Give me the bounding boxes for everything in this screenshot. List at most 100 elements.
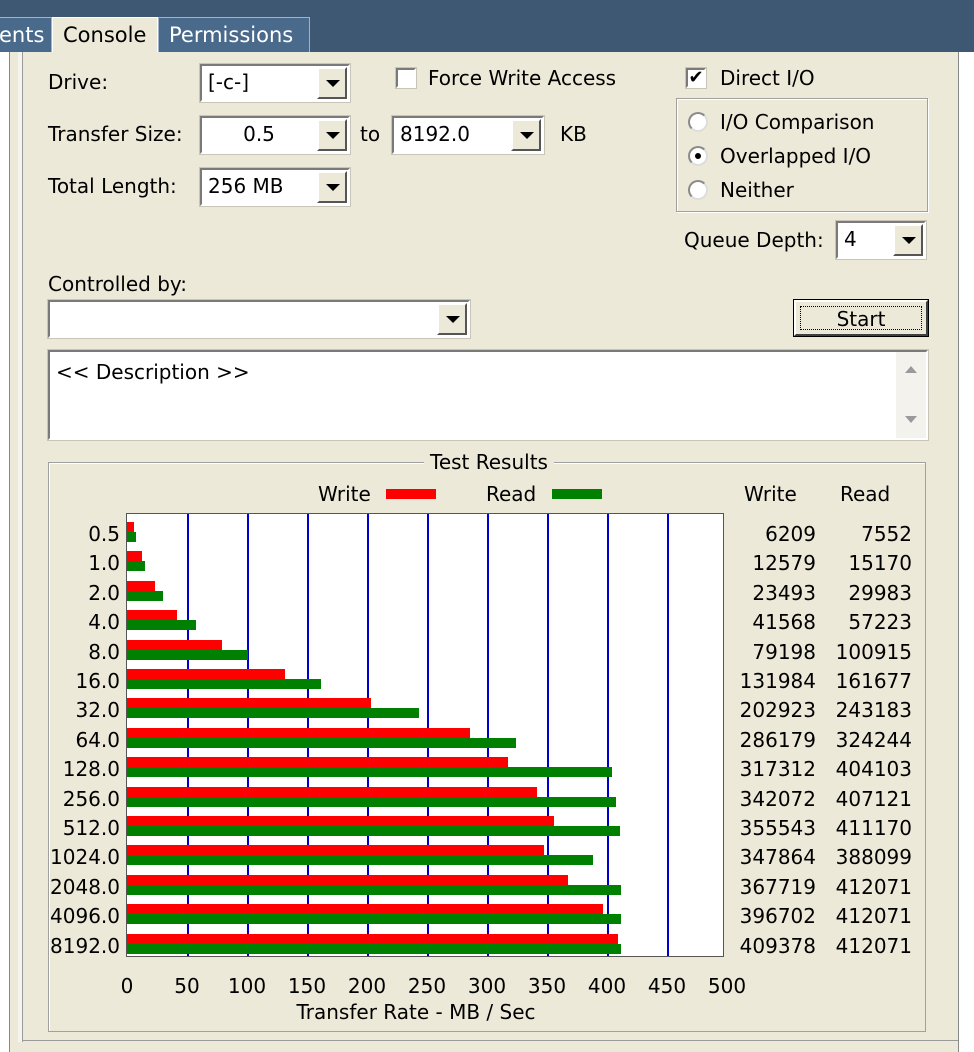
read-bar [127,591,163,601]
write-value: 202923 [739,698,816,722]
scroll-down-icon[interactable] [905,416,917,423]
tab-permissions[interactable]: Permissions [158,17,310,52]
read-value: 100915 [835,640,912,664]
tab-events[interactable]: ents [0,17,52,52]
drive-select[interactable]: [-c-] [199,63,351,103]
category-label: 8192.0 [50,934,120,958]
write-value: 347864 [739,845,816,869]
tab-label: ents [0,23,45,47]
read-value: 29983 [848,581,912,605]
category-label: 128.0 [62,757,120,781]
read-bar [127,708,419,718]
read-bar [127,855,593,865]
read-bar [127,767,612,777]
description-scrollbar[interactable] [896,352,926,438]
queue-depth-select[interactable]: 4 [835,220,927,260]
chevron-down-icon[interactable] [893,224,923,256]
read-bar [127,561,145,571]
neither-label[interactable]: Neither [720,178,794,202]
legend-read-label: Read [486,482,537,506]
x-tick-label: 400 [587,974,627,998]
drive-label: Drive: [48,70,109,94]
legend-read-swatch [552,489,602,499]
write-bar [127,904,603,914]
read-bar [127,944,621,954]
drive-value: [-c-] [208,70,250,94]
x-tick-label: 300 [467,974,507,998]
chevron-down-icon[interactable] [511,119,541,151]
read-value: 243183 [835,698,912,722]
col-header-write: Write [744,482,797,506]
write-value: 79198 [752,640,816,664]
description-textarea[interactable]: << Description >> [47,349,929,441]
read-value: 388099 [835,845,912,869]
write-value: 131984 [739,669,816,693]
legend-write-swatch [386,489,436,499]
read-bar [127,532,136,542]
direct-io-checkbox[interactable]: ✔ [685,67,707,89]
write-bar [127,669,285,679]
category-label: 8.0 [88,640,120,664]
start-button[interactable]: Start [793,299,929,337]
transfer-size-label: Transfer Size: [48,122,183,146]
write-bar [127,816,554,826]
x-tick-label: 150 [287,974,327,998]
right-pane-edge [958,52,974,1052]
scroll-up-icon[interactable] [905,366,917,373]
tab-console[interactable]: Console [52,17,158,52]
force-write-checkbox[interactable] [395,67,417,89]
read-bar [127,914,621,924]
io-comparison-label[interactable]: I/O Comparison [720,110,874,134]
category-label: 2048.0 [50,875,120,899]
x-tick-label: 50 [174,974,200,998]
read-bar [127,650,248,660]
category-label: 2.0 [88,581,120,605]
transfer-size-from-value: 0.5 [243,122,275,146]
tab-label: Permissions [169,23,294,47]
x-tick-label: 250 [407,974,447,998]
chevron-down-icon[interactable] [317,119,347,151]
x-tick-label: 0 [120,974,134,998]
total-length-label: Total Length: [48,174,177,198]
x-tick-label: 350 [527,974,567,998]
direct-io-label: Direct I/O [720,66,815,90]
write-value: 286179 [739,728,816,752]
overlapped-io-radio[interactable] [688,146,708,166]
read-value: 161677 [835,669,912,693]
overlapped-io-label[interactable]: Overlapped I/O [720,144,871,168]
to-label: to [360,122,381,146]
chevron-down-icon[interactable] [317,67,347,99]
chevron-down-icon[interactable] [437,303,467,335]
read-bar [127,885,621,895]
write-bar [127,551,142,561]
neither-radio[interactable] [688,180,708,200]
x-tick-label: 200 [347,974,387,998]
transfer-size-from-select[interactable]: 0.5 [199,115,351,155]
unit-label: KB [560,122,587,146]
x-axis-label: Transfer Rate - MB / Sec [296,1000,536,1024]
write-value: 12579 [752,551,816,575]
queue-depth-label: Queue Depth: [684,228,824,252]
transfer-size-to-value: 8192.0 [400,122,470,146]
io-comparison-radio[interactable] [688,112,708,132]
test-results-title: Test Results [424,450,554,474]
read-value: 7552 [861,522,912,546]
bottom-border [22,1040,958,1041]
grid-line [667,514,669,956]
transfer-size-to-select[interactable]: 8192.0 [391,115,545,155]
category-label: 1.0 [88,551,120,575]
category-label: 0.5 [88,522,120,546]
read-value: 412071 [835,904,912,928]
total-length-select[interactable]: 256 MB [199,167,351,207]
controlled-by-select[interactable] [47,299,471,339]
read-value: 407121 [835,787,912,811]
write-value: 41568 [752,610,816,634]
write-bar [127,845,544,855]
read-value: 412071 [835,875,912,899]
chevron-down-icon[interactable] [317,171,347,203]
category-label: 1024.0 [50,845,120,869]
write-value: 342072 [739,787,816,811]
controlled-by-label: Controlled by: [48,272,188,296]
left-pane-edge [0,52,10,1052]
read-bar [127,679,321,689]
